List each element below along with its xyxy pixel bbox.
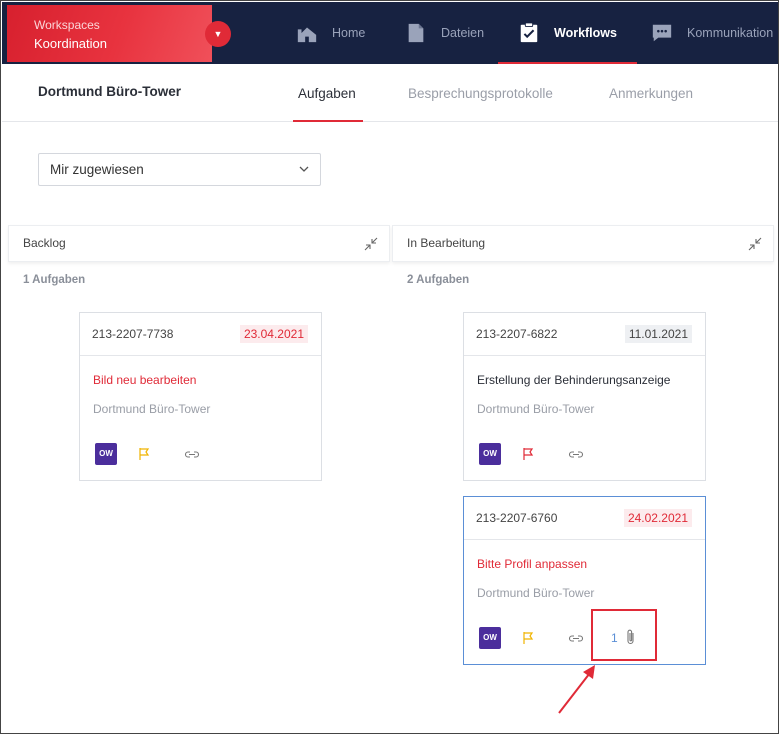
column-header-backlog: Backlog (8, 225, 390, 262)
tab-besprechungsprotokolle[interactable]: Besprechungsprotokolle (408, 86, 553, 101)
workspace-name: Koordination (34, 36, 107, 51)
card-header: 213-2207-7738 23.04.2021 (80, 313, 321, 356)
task-project: Dortmund Büro-Tower (93, 402, 211, 416)
filter-selected-value: Mir zugewiesen (50, 162, 144, 177)
task-card[interactable]: 213-2207-7738 23.04.2021 Bild neu bearbe… (79, 312, 322, 481)
annotation-arrow-icon (558, 665, 595, 714)
task-project: Dortmund Büro-Tower (477, 402, 595, 416)
collapse-icon[interactable] (748, 237, 762, 251)
link-icon[interactable] (184, 448, 200, 460)
card-header: 213-2207-6760 24.02.2021 (464, 497, 705, 540)
avatar[interactable]: OW (95, 443, 117, 465)
task-card-selected[interactable]: 213-2207-6760 24.02.2021 Bitte Profil an… (463, 496, 706, 665)
task-title: Bild neu bearbeiten (93, 373, 197, 387)
task-title: Bitte Profil anpassen (477, 557, 588, 571)
link-icon[interactable] (568, 632, 584, 644)
home-icon (297, 27, 317, 43)
nav-item-home[interactable]: Home (296, 2, 365, 64)
workspace-label: Workspaces (34, 18, 100, 32)
avatar[interactable]: OW (479, 443, 501, 465)
card-header: 213-2207-6822 11.01.2021 (464, 313, 705, 356)
workspace-dropdown-icon[interactable]: ▼ (205, 21, 231, 47)
task-project: Dortmund Büro-Tower (477, 586, 595, 600)
nav-label-home: Home (332, 26, 366, 40)
workspace-switcher[interactable]: Workspaces Koordination (7, 5, 212, 62)
chat-icon (652, 24, 672, 42)
project-header: Dortmund Büro-Tower Aufgaben Besprechung… (2, 64, 778, 122)
task-id: 213-2207-7738 (92, 327, 174, 341)
tab-anmerkungen[interactable]: Anmerkungen (609, 86, 693, 101)
collapse-icon[interactable] (364, 237, 378, 251)
nav-item-dateien[interactable]: Dateien (405, 2, 484, 64)
task-id: 213-2207-6760 (476, 511, 558, 525)
nav-label-kommunikation: Kommunikation (687, 26, 774, 40)
task-card[interactable]: 213-2207-6822 11.01.2021 Erstellung der … (463, 312, 706, 481)
flag-icon[interactable] (522, 447, 536, 461)
task-due-date: 24.02.2021 (623, 509, 692, 527)
task-due-date: 23.04.2021 (239, 325, 308, 343)
nav-label-workflows: Workflows (554, 26, 617, 40)
top-nav-bar: Workspaces Koordination ▼ Home Dateien W… (2, 2, 778, 64)
nav-item-kommunikation[interactable]: Kommunikation (651, 2, 773, 64)
link-icon[interactable] (568, 448, 584, 460)
column-task-count: 2 Aufgaben (407, 274, 470, 286)
assignee-filter-select[interactable]: Mir zugewiesen (38, 153, 321, 186)
flag-icon[interactable] (138, 447, 152, 461)
chevron-down-icon (299, 166, 309, 172)
task-title: Erstellung der Behinderungsanzeige (477, 373, 671, 387)
task-due-date: 11.01.2021 (624, 325, 692, 343)
project-title: Dortmund Büro-Tower (38, 84, 181, 99)
annotation-highlight-box (591, 609, 657, 661)
column-title: In Bearbeitung (407, 236, 486, 250)
avatar[interactable]: OW (479, 627, 501, 649)
nav-item-workflows[interactable]: Workflows (498, 2, 637, 64)
column-title: Backlog (23, 236, 66, 250)
active-tab-indicator (293, 120, 363, 122)
nav-label-dateien: Dateien (441, 26, 485, 40)
column-header-in-bearbeitung: In Bearbeitung (392, 225, 774, 262)
app-frame: Workspaces Koordination ▼ Home Dateien W… (0, 0, 779, 734)
file-icon (408, 23, 424, 43)
flag-icon[interactable] (522, 631, 536, 645)
column-task-count: 1 Aufgaben (23, 274, 86, 286)
tab-aufgaben[interactable]: Aufgaben (298, 86, 356, 101)
task-id: 213-2207-6822 (476, 327, 558, 341)
clipboard-check-icon (520, 22, 538, 43)
